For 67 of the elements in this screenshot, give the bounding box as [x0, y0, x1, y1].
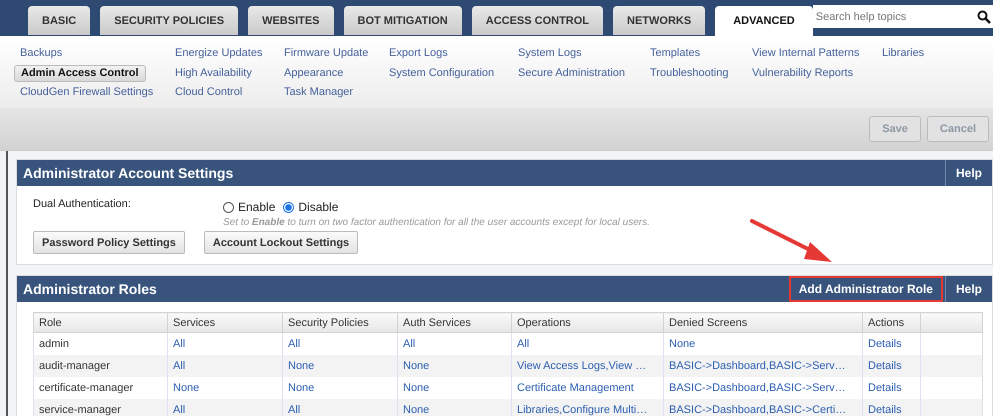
panel-title: Administrator Account Settings — [22, 165, 234, 181]
submenu-link[interactable]: Templates — [644, 44, 706, 64]
table-link[interactable]: Certificate Management — [517, 382, 634, 394]
help-link[interactable]: Help — [944, 276, 992, 302]
submenu-link[interactable]: CloudGen Firewall Settings — [14, 82, 160, 102]
settings-button[interactable]: Account Lockout Settings — [204, 231, 358, 254]
column-header[interactable]: Services — [168, 312, 282, 332]
details-link[interactable]: Details — [868, 338, 902, 350]
help-link[interactable]: Help — [944, 160, 992, 186]
submenu-link[interactable]: Energize Updates — [169, 44, 268, 64]
submenu-link[interactable]: Vulnerability Reports — [746, 64, 860, 83]
submenu-link[interactable]: Firmware Update — [278, 44, 374, 64]
hint-text: Set to Enable to turn on two factor authentication for all the user accounts except for local users. — [223, 217, 651, 228]
submenu-link[interactable]: Troubleshooting — [644, 64, 734, 83]
nav-tab[interactable]: BASIC — [28, 6, 90, 35]
table-cell: audit-manager — [34, 355, 168, 377]
submenu-link[interactable]: High Availability — [169, 64, 258, 83]
nav-tab[interactable]: WEBSITES — [248, 6, 334, 35]
submenu-link[interactable]: System Logs — [512, 44, 588, 64]
submenu-link[interactable]: Admin Access Control — [14, 64, 146, 82]
table-link[interactable]: All — [173, 404, 186, 416]
radio-option[interactable]: Enable — [223, 200, 276, 214]
table-link[interactable]: None — [669, 338, 696, 350]
submenu-link[interactable]: Appearance — [278, 64, 350, 83]
nav-tab[interactable]: BOT MITIGATION — [344, 6, 462, 35]
nav-tab[interactable]: ADVANCED — [715, 6, 813, 36]
radio-icon[interactable] — [223, 202, 234, 212]
column-header[interactable]: Security Policies — [282, 312, 398, 332]
submenu-link[interactable]: Backups — [14, 44, 68, 64]
submenu-link[interactable]: System Configuration — [383, 64, 500, 83]
table-link[interactable]: None — [403, 360, 430, 372]
table-link[interactable]: All — [173, 360, 186, 372]
table-link[interactable]: All — [173, 338, 186, 350]
table-link[interactable]: None — [403, 404, 430, 416]
column-header[interactable]: Operations — [512, 312, 664, 332]
column-header[interactable]: Auth Services — [398, 312, 512, 332]
settings-button[interactable]: Password Policy Settings — [33, 231, 185, 254]
table-link[interactable]: All — [288, 404, 300, 416]
panel-title: Administrator Roles — [22, 281, 158, 297]
submenu-link[interactable]: Libraries — [876, 44, 930, 64]
radio-option[interactable]: Disable — [283, 200, 338, 214]
nav-tab[interactable]: ACCESS CONTROL — [472, 6, 604, 35]
table-link[interactable]: BASIC->Dashboard,BASIC->Serv… — [669, 382, 846, 394]
nav-tab[interactable]: SECURITY POLICIES — [100, 6, 238, 35]
submenu-link[interactable]: View Internal Patterns — [746, 44, 866, 64]
table-link[interactable]: None — [403, 382, 430, 394]
radio-icon[interactable] — [283, 202, 294, 212]
table-link[interactable]: None — [288, 360, 314, 372]
search-icon[interactable] — [977, 10, 991, 24]
table-link[interactable]: None — [288, 382, 314, 394]
submenu-link[interactable]: Task Manager — [278, 83, 360, 102]
table-link[interactable]: All — [288, 338, 300, 350]
search-field[interactable]: Search help topics — [812, 5, 993, 28]
details-link[interactable]: Details — [868, 382, 902, 394]
table-link[interactable]: All — [403, 338, 416, 350]
table-cell: service-manager — [34, 399, 168, 416]
table-link[interactable]: All — [517, 338, 530, 350]
column-header[interactable]: Actions — [862, 312, 920, 332]
nav-tab[interactable]: NETWORKS — [613, 6, 706, 35]
submenu-link[interactable]: Secure Administration — [512, 64, 631, 83]
submenu-link[interactable]: Export Logs — [383, 44, 454, 64]
column-header[interactable]: Role — [34, 312, 168, 332]
submenu-link[interactable]: Cloud Control — [169, 83, 248, 102]
column-header[interactable]: Denied Screens — [664, 312, 862, 332]
add-role-button[interactable]: Add Administrator Role — [788, 276, 943, 302]
field-label: Dual Authentication: — [33, 198, 132, 210]
table-link[interactable]: None — [173, 382, 200, 394]
